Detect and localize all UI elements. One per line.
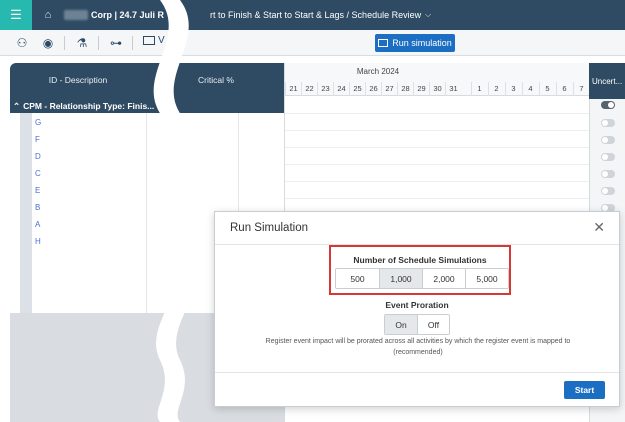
toolbar-divider [64, 36, 65, 50]
timeline-day: 27 [381, 82, 397, 96]
column-header-label: ID - Description [48, 75, 108, 85]
timeline-day: 5 [539, 82, 555, 96]
eye-icon[interactable]: ◉ [40, 35, 56, 51]
timeline-row-line [285, 113, 590, 114]
close-icon[interactable]: ✕ [593, 219, 605, 236]
timeline-day: 24 [333, 82, 349, 96]
torn-edge-divider [153, 0, 201, 422]
timeline-day: 22 [301, 82, 317, 96]
timeline-header: March 2024 21 22 23 24 25 26 27 28 29 30… [284, 63, 589, 96]
timeline-day: 1 [471, 82, 487, 96]
column-header-uncertainty[interactable]: Uncert... [589, 63, 625, 99]
timeline-row-line [285, 164, 590, 165]
filter-icon[interactable]: ⚗ [74, 35, 90, 51]
start-button[interactable]: Start [564, 381, 605, 399]
column-header-id-description[interactable]: ID - Description [10, 63, 146, 99]
dialog-divider [215, 372, 619, 373]
simulations-selector: 500 1,000 2,000 5,000 [335, 268, 509, 289]
event-proration-description: Register event impact will be prorated a… [265, 338, 571, 356]
timeline-month: March 2024 [356, 67, 400, 76]
breadcrumb-page-label: rt to Finish & Start to Start & Lags / S… [210, 10, 422, 20]
event-proration-label: Event Proration [385, 300, 449, 310]
relationship-icon[interactable]: ⚇ [14, 35, 30, 51]
uncertainty-toggle[interactable] [601, 187, 615, 195]
toolbar-divider [132, 36, 133, 50]
simulations-highlight: Number of Schedule Simulations 500 1,000… [329, 245, 511, 295]
breadcrumb-page[interactable]: rt to Finish & Start to Start & Lags / S… [210, 0, 431, 30]
simulation-option-1000[interactable]: 1,000 [379, 269, 422, 288]
timeline-day: 2 [488, 82, 504, 96]
simulation-option-2000[interactable]: 2,000 [422, 269, 465, 288]
simulation-option-5000[interactable]: 5,000 [465, 269, 508, 288]
proration-option-off[interactable]: Off [417, 315, 449, 334]
timeline-row-line [285, 147, 590, 148]
timeline-day: 4 [522, 82, 538, 96]
hamburger-icon[interactable]: ☰ [0, 0, 32, 30]
timeline-row-line [285, 181, 590, 182]
list-item[interactable]: G [35, 118, 41, 127]
uncertainty-toggle[interactable] [601, 153, 615, 161]
run-simulation-dialog: Run Simulation ✕ Number of Schedule Simu… [214, 211, 620, 407]
uncertainty-toggle[interactable] [601, 170, 615, 178]
toolbar-divider [98, 36, 99, 50]
timeline-day: 30 [429, 82, 445, 96]
event-proration-selector: On Off [384, 314, 450, 335]
list-item[interactable]: C [35, 169, 41, 178]
timeline-day: 25 [349, 82, 365, 96]
proration-option-on[interactable]: On [385, 315, 417, 334]
dialog-title: Run Simulation [230, 222, 308, 234]
uncertainty-toggle[interactable] [601, 101, 615, 109]
timeline-day: 28 [397, 82, 413, 96]
timeline-day: 26 [365, 82, 381, 96]
run-simulation-button[interactable]: Run simulation [375, 34, 455, 52]
uncertainty-toggle[interactable] [601, 119, 615, 127]
run-simulation-label: Run simulation [392, 38, 452, 48]
list-item[interactable]: F [35, 135, 40, 144]
timeline-day: 31 [445, 82, 461, 96]
timeline-row-line [285, 130, 590, 131]
hierarchy-icon[interactable]: ⊶ [108, 35, 124, 51]
chart-icon [378, 39, 389, 47]
collapse-chevron-icon[interactable]: ⌃ [13, 101, 20, 112]
timeline-day: 21 [285, 82, 301, 96]
timeline-row-line [285, 198, 590, 199]
timeline-day: 3 [505, 82, 521, 96]
redacted-company [64, 10, 88, 20]
timeline-day: 23 [317, 82, 333, 96]
indent-band [20, 113, 32, 313]
simulation-option-500[interactable]: 500 [336, 269, 379, 288]
home-icon[interactable]: ⌂ [36, 0, 60, 30]
list-item[interactable]: D [35, 152, 41, 161]
timeline-day: 29 [413, 82, 429, 96]
uncertainty-toggle[interactable] [601, 136, 615, 144]
chevron-down-icon[interactable]: ⌵ [425, 10, 431, 20]
group-row-label: CPM - Relationship Type: Finis... [23, 101, 155, 111]
simulations-label: Number of Schedule Simulations [353, 255, 487, 265]
list-item[interactable]: A [35, 220, 40, 229]
timeline-day: 7 [573, 82, 589, 96]
list-item[interactable]: B [35, 203, 40, 212]
toolbar: ⚇ ◉ ⚗ ⊶ V [0, 30, 625, 56]
dialog-header: Run Simulation ✕ [215, 212, 619, 245]
list-item[interactable]: E [35, 186, 40, 195]
column-header-label: Uncert... [592, 77, 623, 86]
list-item[interactable]: H [35, 237, 41, 246]
timeline-day: 6 [556, 82, 572, 96]
